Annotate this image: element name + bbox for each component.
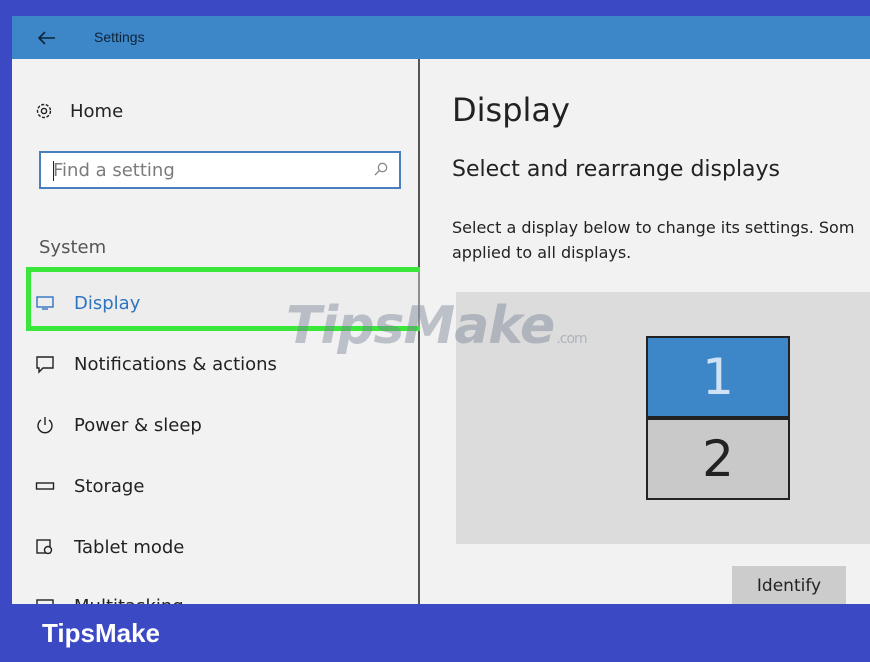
sidebar-item-display[interactable]: Display bbox=[34, 288, 140, 318]
page-title: Display bbox=[452, 91, 570, 129]
window-title: Settings bbox=[94, 29, 145, 45]
title-bar: Settings bbox=[12, 16, 870, 59]
section-description: Select a display below to change its set… bbox=[452, 215, 870, 265]
sidebar-item-label: Notifications & actions bbox=[74, 353, 277, 375]
display-1-tile[interactable]: 1 bbox=[646, 336, 790, 418]
description-line: Select a display below to change its set… bbox=[452, 218, 855, 237]
monitor-icon bbox=[34, 292, 56, 314]
sidebar-item-label: Tablet mode bbox=[74, 536, 185, 558]
text-caret bbox=[53, 161, 54, 181]
gear-icon bbox=[36, 103, 52, 119]
display-arrangement-area[interactable]: 1 2 bbox=[456, 292, 870, 544]
notification-icon bbox=[34, 353, 56, 375]
sidebar-item-label: Storage bbox=[74, 475, 145, 497]
sidebar-item-power-sleep[interactable]: Power & sleep bbox=[34, 410, 202, 440]
sidebar-item-label: Power & sleep bbox=[74, 414, 202, 436]
sidebar-item-notifications[interactable]: Notifications & actions bbox=[34, 349, 277, 379]
back-button[interactable] bbox=[34, 25, 60, 51]
display-2-tile[interactable]: 2 bbox=[646, 418, 790, 500]
power-icon bbox=[34, 414, 56, 436]
sidebar-item-label: Home bbox=[70, 100, 124, 122]
section-title: Select and rearrange displays bbox=[452, 157, 781, 182]
search-icon[interactable] bbox=[373, 161, 389, 181]
main-content: Display Select and rearrange displays Se… bbox=[420, 59, 870, 604]
storage-icon bbox=[34, 475, 56, 497]
sidebar-item-multitasking[interactable]: Multitasking bbox=[34, 591, 184, 604]
identify-button[interactable]: Identify bbox=[732, 566, 846, 604]
description-line: applied to all displays. bbox=[452, 243, 632, 262]
sidebar-item-label: Display bbox=[74, 292, 141, 314]
sidebar-item-label: Multitasking bbox=[74, 596, 184, 605]
sidebar-item-tablet-mode[interactable]: Tablet mode bbox=[34, 532, 184, 562]
sidebar-item-home[interactable]: Home bbox=[34, 97, 123, 125]
section-label-system: System bbox=[39, 237, 107, 258]
tablet-mode-icon bbox=[34, 536, 56, 558]
brand-logo-text: TipsMake bbox=[42, 618, 161, 648]
search-input[interactable] bbox=[53, 159, 353, 181]
sidebar-item-storage[interactable]: Storage bbox=[34, 471, 144, 501]
back-arrow-icon bbox=[38, 31, 55, 45]
brand-bar: TipsMake bbox=[0, 604, 870, 662]
sidebar: Home System Display bbox=[12, 59, 429, 604]
search-field[interactable] bbox=[39, 151, 401, 189]
multitasking-icon bbox=[34, 595, 56, 604]
settings-window: Settings Home System bbox=[12, 16, 870, 604]
